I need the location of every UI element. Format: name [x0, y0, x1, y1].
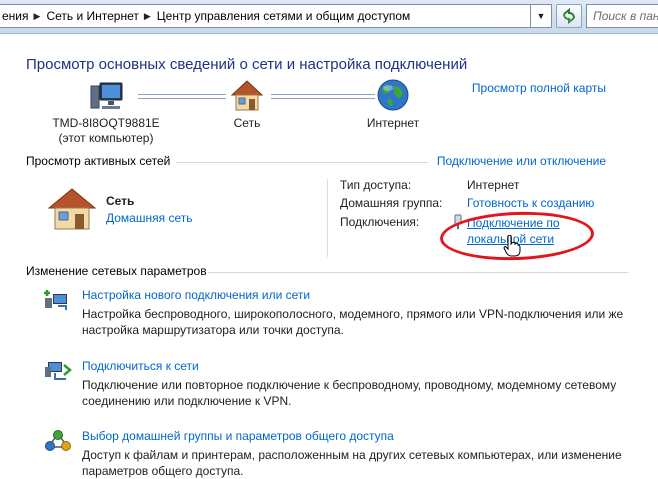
connect-disconnect-link[interactable]: Подключение или отключение — [437, 154, 606, 168]
breadcrumb-separator-icon[interactable]: ▶ — [32, 11, 43, 22]
new-connection-link[interactable]: Настройка нового подключения или сети — [82, 288, 310, 302]
hand-cursor-icon — [503, 235, 521, 257]
access-type-value: Интернет — [467, 178, 520, 192]
connect-network-icon — [45, 362, 72, 380]
search-input[interactable]: Поиск в панели — [586, 4, 658, 28]
homegroup-label: Домашняя группа: — [340, 196, 443, 210]
breadcrumb[interactable]: ения ▶ Сеть и Интернет ▶ Центр управлени… — [0, 4, 531, 28]
connection-link-line1[interactable]: Подключение по — [467, 215, 560, 231]
task-homegroup-sharing: Выбор домашней группы и параметров общег… — [44, 429, 634, 478]
network-type-link[interactable]: Домашняя сеть — [106, 211, 192, 225]
view-full-map-link[interactable]: Просмотр полной карты — [472, 81, 606, 95]
connect-to-network-description: Подключение или повторное подключение к … — [82, 378, 617, 408]
change-settings-heading: Изменение сетевых параметров — [26, 264, 207, 278]
refresh-icon — [563, 8, 575, 24]
chevron-down-icon: ▼ — [536, 11, 546, 21]
active-network-name: Сеть — [106, 194, 135, 208]
globe-icon — [377, 79, 409, 111]
connect-to-network-link[interactable]: Подключиться к сети — [82, 359, 199, 373]
section-divider — [208, 272, 628, 273]
connections-label: Подключения: — [340, 215, 420, 229]
network-map-internet[interactable]: Интернет — [358, 78, 428, 131]
breadcrumb-item-network-internet[interactable]: Сеть и Интернет — [42, 9, 141, 23]
ethernet-connection-icon — [454, 214, 462, 229]
network-link-line — [138, 94, 226, 99]
page-title: Просмотр основных сведений о сети и наст… — [26, 56, 468, 73]
breadcrumb-separator-icon[interactable]: ▶ — [142, 11, 153, 22]
breadcrumb-item-network-center[interactable]: Центр управления сетями и общим доступом — [153, 9, 414, 23]
homegroup-icon — [45, 430, 71, 451]
house-icon — [47, 188, 97, 230]
address-dropdown-button[interactable]: ▼ — [531, 4, 552, 28]
task-new-connection: Настройка нового подключения или сети На… — [44, 288, 634, 338]
breadcrumb-item-control-panel[interactable]: ения — [0, 9, 32, 23]
refresh-button[interactable] — [556, 4, 582, 28]
house-icon — [230, 80, 264, 111]
network-setup-icon — [44, 290, 67, 310]
active-networks-heading: Просмотр активных сетей — [26, 154, 171, 168]
vertical-divider — [327, 179, 328, 257]
computer-icon — [90, 82, 123, 109]
new-connection-description: Настройка беспроводного, широкополосного… — [82, 307, 624, 337]
task-connect-to-network: Подключиться к сети Подключение или повт… — [44, 359, 634, 409]
access-type-label: Тип доступа: — [340, 178, 412, 192]
computer-name: TMD-8I8OQT9881E — [52, 116, 160, 130]
homegroup-ready-link[interactable]: Готовность к созданию — [467, 196, 594, 210]
main-content: Просмотр основных сведений о сети и наст… — [0, 34, 658, 478]
section-divider — [176, 162, 428, 163]
network-map-network[interactable]: Сеть — [217, 78, 277, 131]
network-map-computer[interactable]: TMD-8I8OQT9881E (этот компьютер) — [46, 80, 166, 146]
homegroup-sharing-description: Доступ к файлам и принтерам, расположенн… — [82, 448, 622, 478]
homegroup-sharing-link[interactable]: Выбор домашней группы и параметров общег… — [82, 429, 394, 443]
internet-label: Интернет — [366, 116, 420, 130]
network-label: Сеть — [233, 116, 261, 130]
computer-sub-label: (этот компьютер) — [58, 131, 154, 145]
address-bar: ения ▶ Сеть и Интернет ▶ Центр управлени… — [0, 0, 658, 34]
